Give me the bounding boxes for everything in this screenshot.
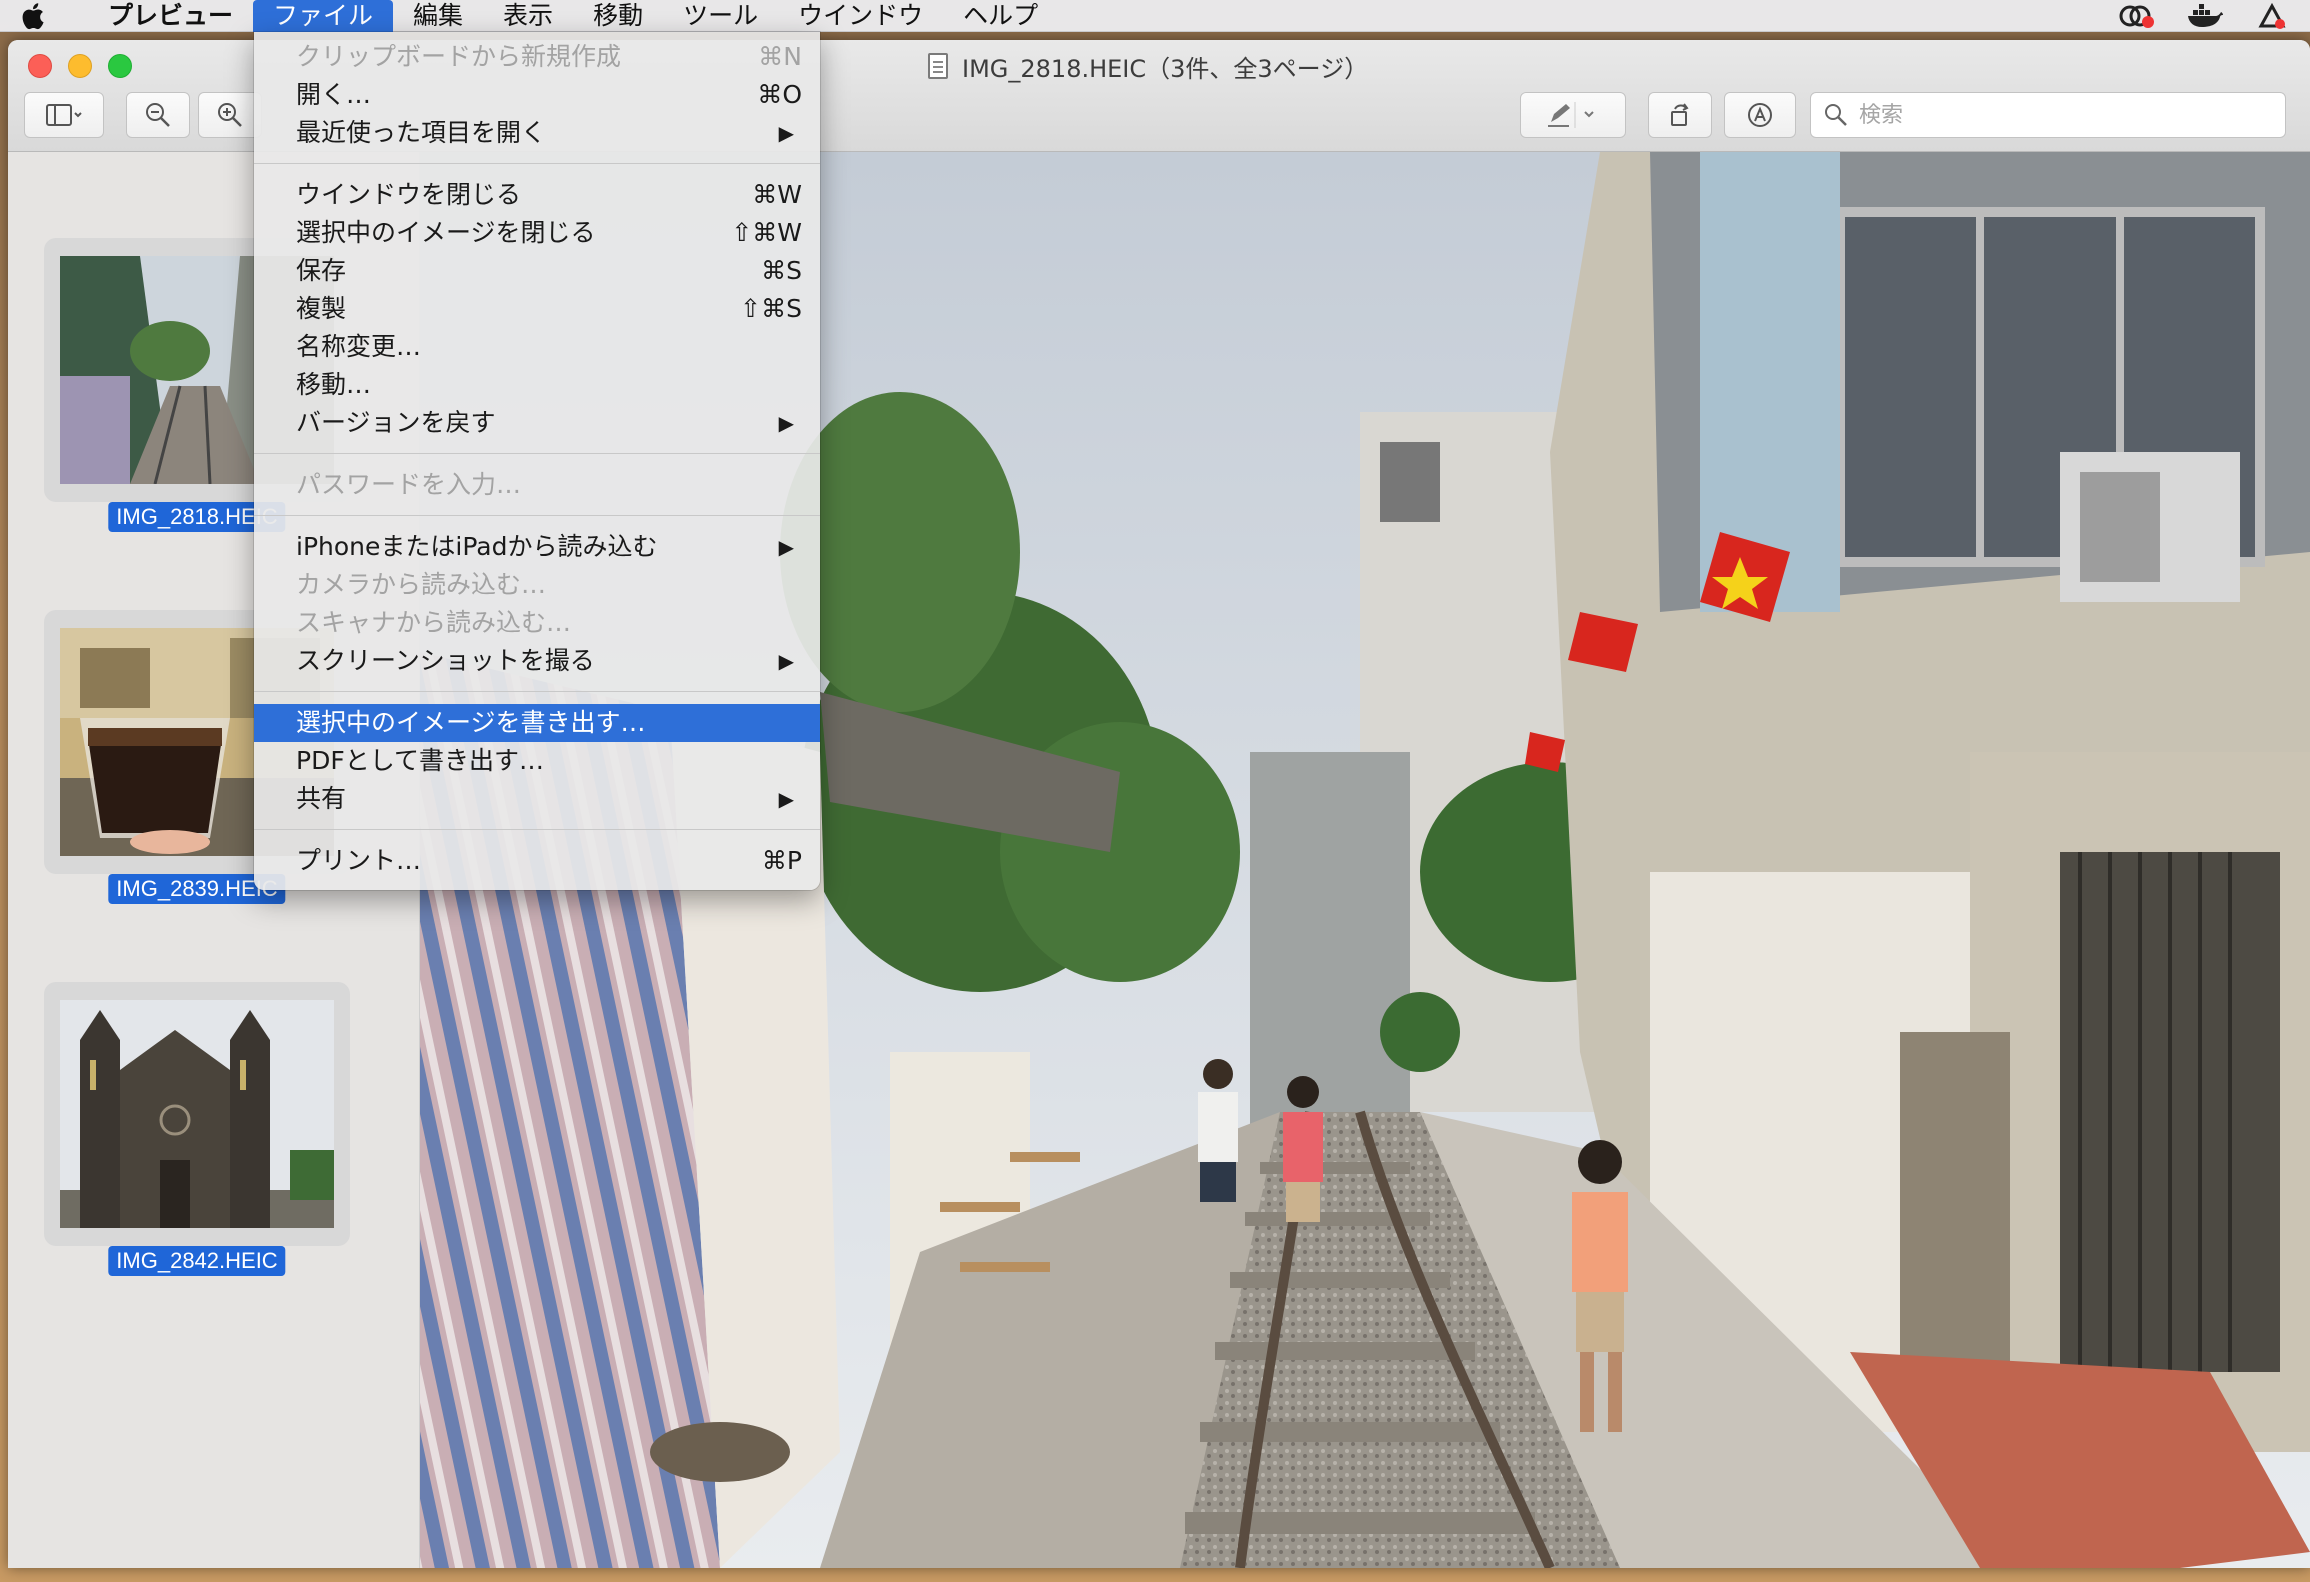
file-menu-dropdown: クリップボードから新規作成 ⌘N 開く… ⌘O 最近使った項目を開く ▶ ウイン… xyxy=(254,32,820,890)
menu-item-shortcut: ⇧⌘S xyxy=(740,294,802,323)
menu-item-export-selected-image[interactable]: 選択中のイメージを書き出す… xyxy=(254,704,820,742)
menu-app-name[interactable]: プレビュー xyxy=(64,0,253,32)
menu-tools[interactable]: ツール xyxy=(663,0,778,32)
menu-item-label: プリント… xyxy=(296,846,422,875)
menu-item-enter-password[interactable]: パスワードを入力… xyxy=(254,466,820,504)
menu-item-label: 保存 xyxy=(296,256,347,285)
menu-view[interactable]: 表示 xyxy=(483,0,573,32)
menu-window[interactable]: ウインドウ xyxy=(778,0,943,32)
menu-item-label: 名称変更… xyxy=(296,332,422,361)
menu-item-export-as-pdf[interactable]: PDFとして書き出す… xyxy=(254,742,820,780)
menu-item-label: パスワードを入力… xyxy=(296,470,522,499)
rotate-icon xyxy=(1671,103,1689,126)
menu-item-label: 最近使った項目を開く xyxy=(296,118,547,147)
search-field[interactable] xyxy=(1810,92,2286,138)
menu-item-label: 複製 xyxy=(296,294,347,323)
submenu-arrow-icon: ▶ xyxy=(778,411,794,435)
markup-pen-button[interactable] xyxy=(1520,92,1626,138)
creative-cloud-icon[interactable] xyxy=(2116,2,2156,30)
menu-item-label: 共有 xyxy=(296,784,347,813)
menu-item-close-selected-image[interactable]: 選択中のイメージを閉じる ⇧⌘W xyxy=(254,214,820,252)
menu-item-label: 選択中のイメージを閉じる xyxy=(296,218,596,247)
search-icon xyxy=(1825,104,1847,126)
menu-separator xyxy=(254,163,820,164)
submenu-arrow-icon: ▶ xyxy=(778,787,794,811)
menu-go[interactable]: 移動 xyxy=(573,0,663,32)
menu-item-shortcut: ⌘S xyxy=(761,256,802,285)
status-area xyxy=(2116,0,2310,32)
menu-item-shortcut: ⌘N xyxy=(758,42,802,71)
menu-item-new-from-clipboard[interactable]: クリップボードから新規作成 ⌘N xyxy=(254,38,820,76)
menu-item-label: PDFとして書き出す… xyxy=(296,746,544,775)
menu-item-shortcut: ⌘O xyxy=(757,80,802,109)
menu-item-open[interactable]: 開く… ⌘O xyxy=(254,76,820,114)
menu-item-open-recent[interactable]: 最近使った項目を開く ▶ xyxy=(254,114,820,152)
menu-item-import-from-camera[interactable]: カメラから読み込む… xyxy=(254,566,820,604)
submenu-arrow-icon: ▶ xyxy=(778,535,794,559)
menu-help[interactable]: ヘルプ xyxy=(943,0,1058,32)
zoom-in-button[interactable] xyxy=(198,92,262,138)
menu-separator xyxy=(254,453,820,454)
menu-file[interactable]: ファイル xyxy=(253,0,394,32)
menu-item-label: スクリーンショットを撮る xyxy=(296,646,595,675)
menu-item-label: 選択中のイメージを書き出す… xyxy=(296,708,646,737)
docker-whale-icon[interactable] xyxy=(2184,2,2224,30)
menu-item-label: バージョンを戻す xyxy=(296,408,496,437)
menu-item-shortcut: ⇧⌘W xyxy=(731,218,802,247)
menu-bar: プレビュー ファイル 編集 表示 移動 ツール ウインドウ ヘルプ xyxy=(0,0,2310,32)
window-title-text: IMG_2818.HEIC（3件、全3ページ） xyxy=(962,54,1369,83)
menu-item-label: カメラから読み込む… xyxy=(296,570,547,599)
menu-item-shortcut: ⌘W xyxy=(752,180,802,209)
zoom-window-button[interactable] xyxy=(108,54,132,78)
menu-item-label: クリップボードから新規作成 xyxy=(296,42,622,71)
menu-item-shortcut: ⌘P xyxy=(761,846,802,875)
zoom-out-button[interactable] xyxy=(126,92,190,138)
menu-item-label: ウインドウを閉じる xyxy=(296,180,522,209)
menu-item-import-from-scanner[interactable]: スキャナから読み込む… xyxy=(254,604,820,642)
menu-item-import-from-iphone[interactable]: iPhoneまたはiPadから読み込む ▶ xyxy=(254,528,820,566)
menu-item-label: 開く… xyxy=(296,80,372,109)
window-title: IMG_2818.HEIC（3件、全3ページ） xyxy=(928,50,1369,83)
menu-item-share[interactable]: 共有 ▶ xyxy=(254,780,820,818)
search-input[interactable] xyxy=(1859,102,2259,128)
submenu-arrow-icon: ▶ xyxy=(778,649,794,673)
menu-item-label: スキャナから読み込む… xyxy=(296,608,572,637)
menu-item-rename[interactable]: 名称変更… xyxy=(254,328,820,366)
menu-item-revert-to[interactable]: バージョンを戻す ▶ xyxy=(254,404,820,442)
markup-circle-icon xyxy=(1748,103,1772,127)
thumbnail-image xyxy=(60,1000,334,1228)
markup-toolbar-button[interactable] xyxy=(1724,92,1796,138)
thumbnail-item[interactable]: IMG_2842.HEIC xyxy=(44,982,350,1276)
menu-separator xyxy=(254,515,820,516)
menu-item-label: iPhoneまたはiPadから読み込む xyxy=(296,532,658,561)
submenu-arrow-icon: ▶ xyxy=(778,121,794,145)
minimize-window-button[interactable] xyxy=(68,54,92,78)
status-menu-icon[interactable] xyxy=(2252,2,2292,30)
menu-separator xyxy=(254,829,820,830)
menu-separator xyxy=(254,691,820,692)
menu-item-save[interactable]: 保存 ⌘S xyxy=(254,252,820,290)
menu-edit[interactable]: 編集 xyxy=(393,0,483,32)
thumbnail-label: IMG_2842.HEIC xyxy=(108,1246,286,1276)
apple-menu-icon[interactable] xyxy=(0,0,64,32)
zoom-out-icon xyxy=(146,103,170,127)
menu-item-label: 移動… xyxy=(296,370,372,399)
menu-item-print[interactable]: プリント… ⌘P xyxy=(254,842,820,880)
document-icon xyxy=(928,53,948,79)
window-controls xyxy=(28,54,132,78)
menu-item-duplicate[interactable]: 複製 ⇧⌘S xyxy=(254,290,820,328)
menu-item-close-window[interactable]: ウインドウを閉じる ⌘W xyxy=(254,176,820,214)
zoom-in-icon xyxy=(218,103,242,127)
close-window-button[interactable] xyxy=(28,54,52,78)
sidebar-toggle-button[interactable] xyxy=(24,92,104,138)
menu-item-move[interactable]: 移動… xyxy=(254,366,820,404)
menu-item-take-screenshot[interactable]: スクリーンショットを撮る ▶ xyxy=(254,642,820,680)
rotate-button[interactable] xyxy=(1648,92,1712,138)
